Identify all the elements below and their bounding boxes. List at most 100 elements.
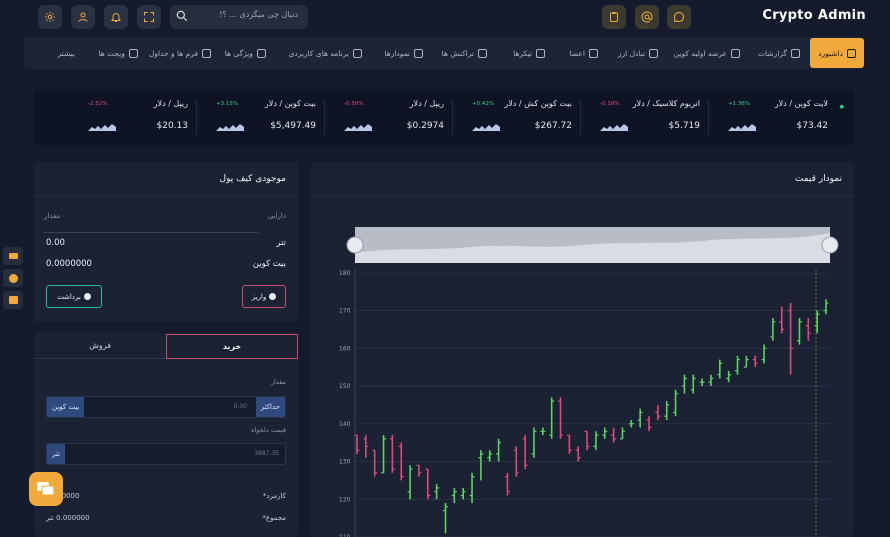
navigator-handle-left[interactable]: [346, 236, 364, 254]
candle: [363, 435, 369, 458]
candle: [735, 355, 741, 375]
candle: [726, 370, 732, 383]
ticker-item[interactable]: لایت کوین / دلار +1.36% $73.42: [706, 89, 834, 145]
ticker-price: $267.72: [534, 121, 572, 131]
withdraw-label: برداشت: [57, 292, 81, 301]
nav-item-exchange[interactable]: تبادل ارز: [618, 37, 658, 69]
sparkline-icon: [600, 124, 628, 131]
edit-icon: [129, 48, 138, 58]
clock-icon: [731, 48, 740, 58]
navigator[interactable]: [346, 227, 839, 263]
notifications-button[interactable]: [104, 5, 128, 29]
fullscreen-button[interactable]: [137, 5, 161, 29]
candle: [478, 450, 484, 481]
price-unit: تتر: [47, 444, 65, 464]
price-chart-title: نمودار قیمت: [794, 174, 842, 184]
pie-icon: [414, 48, 423, 58]
nav-item-dashboard[interactable]: داشبورد: [810, 38, 864, 68]
exchange-icon: [649, 48, 658, 58]
nav-item-widgets[interactable]: ویجت ها: [98, 37, 138, 69]
candle: [540, 427, 546, 436]
nav-item-label: بیشتر: [57, 48, 75, 58]
candle: [575, 446, 581, 462]
amount-field[interactable]: بیت کوین 0.00 حداکثر: [46, 396, 286, 418]
fee-label: کارمزد*: [262, 492, 286, 500]
nav-item-charts[interactable]: نمودارها: [384, 37, 423, 69]
ticker-item[interactable]: اتریوم کلاسیک / دلار -0.19% $5.719: [578, 89, 706, 145]
side-tab-2[interactable]: [3, 269, 23, 287]
plus-circle-icon: [83, 293, 91, 300]
candle: [416, 464, 422, 477]
ticker-divider: [452, 99, 453, 135]
ticker-divider: [708, 99, 709, 135]
nav-item-label: فرم ها و جداول: [148, 48, 198, 58]
ticker-name: بیت کوین / دلار: [264, 99, 316, 108]
candle: [531, 427, 537, 458]
withdraw-button[interactable]: برداشت: [46, 285, 102, 308]
candle: [407, 465, 413, 500]
candle: [451, 487, 457, 504]
clipboard-button[interactable]: [602, 5, 626, 29]
candle: [469, 472, 475, 504]
wallet-col-asset: دارایی: [267, 212, 286, 220]
price-field[interactable]: تتر 3987.35: [46, 443, 286, 465]
chat-fab[interactable]: [29, 472, 63, 506]
candle: [788, 302, 794, 375]
clipboard-icon: [610, 12, 618, 22]
side-tab-3[interactable]: [3, 291, 23, 309]
nav-item-label: عرضه اولیه کوین: [673, 48, 727, 58]
candle: [460, 487, 466, 500]
nav-item-ico[interactable]: عرضه اولیه کوین: [674, 37, 740, 69]
max-button[interactable]: حداکثر: [255, 397, 285, 417]
ticker-divider: [324, 99, 325, 135]
y-tick-label: 180: [339, 270, 351, 277]
grid-icon: [353, 48, 362, 58]
candle: [496, 438, 502, 462]
ticker-item[interactable]: بیت کوین / دلار +3.15% $5,497.49: [194, 89, 322, 145]
nav-item-tickers[interactable]: تیکرها: [513, 37, 545, 69]
smile-icon: [8, 273, 18, 283]
nav-item-members[interactable]: اعضا: [570, 37, 598, 69]
y-tick-label: 140: [339, 421, 351, 428]
candle: [761, 344, 767, 364]
mail-button[interactable]: [635, 5, 659, 29]
nav-item-forms-tables[interactable]: فرم ها و جداول: [149, 37, 211, 69]
ticker-change: -0.19%: [600, 101, 620, 107]
candle: [522, 435, 528, 470]
settings-button[interactable]: [38, 5, 62, 29]
candle: [708, 374, 714, 387]
deposit-label: واریز: [251, 292, 267, 301]
nav-item-apps[interactable]: برنامه های کاربردی: [289, 37, 362, 69]
ticker-change: +1.36%: [728, 101, 751, 107]
ticker-divider: [580, 99, 581, 135]
user-icon: [78, 12, 88, 22]
nav-item-features[interactable]: ویژگی ها: [225, 37, 266, 69]
ticker-item[interactable]: ریپل / دلار -2.52% $20.13: [66, 89, 194, 145]
plus-circle-icon: [269, 293, 277, 300]
candle: [673, 389, 679, 417]
divider: [44, 232, 258, 233]
candle: [814, 310, 820, 334]
deposit-button[interactable]: واریز: [242, 285, 286, 308]
side-tab-1[interactable]: [3, 247, 23, 265]
wallet-asset-usdt: تتر: [276, 238, 286, 248]
chat-icon: [673, 11, 685, 23]
candle: [796, 318, 802, 345]
ticker-item[interactable]: بیت کوین کش / دلار +0.42% $267.72: [450, 89, 578, 145]
candle: [442, 503, 448, 534]
app-title: Crypto Admin: [762, 8, 866, 23]
chat-button[interactable]: [667, 5, 691, 29]
nav-item-reports[interactable]: گزارشات: [758, 37, 800, 69]
y-tick-label: 120: [339, 496, 351, 503]
ticker-item[interactable]: ریپل / دلار -0.50% $0.2974: [322, 89, 450, 145]
total-label: مجموع*: [262, 514, 286, 522]
tab-sell[interactable]: فروش: [34, 333, 166, 359]
nav-item-label: ویجت ها: [98, 48, 125, 58]
profile-button[interactable]: [71, 5, 95, 29]
tab-buy[interactable]: خرید: [166, 334, 298, 359]
search-box[interactable]: دنبال چی میگردی ... ؟!: [170, 5, 308, 29]
nav-item-more[interactable]: بیشتر: [58, 37, 75, 69]
nav-item-transactions[interactable]: تراکنش ها: [442, 37, 487, 69]
y-tick-label: 150: [339, 383, 351, 390]
navigator-handle-right[interactable]: [821, 236, 839, 254]
